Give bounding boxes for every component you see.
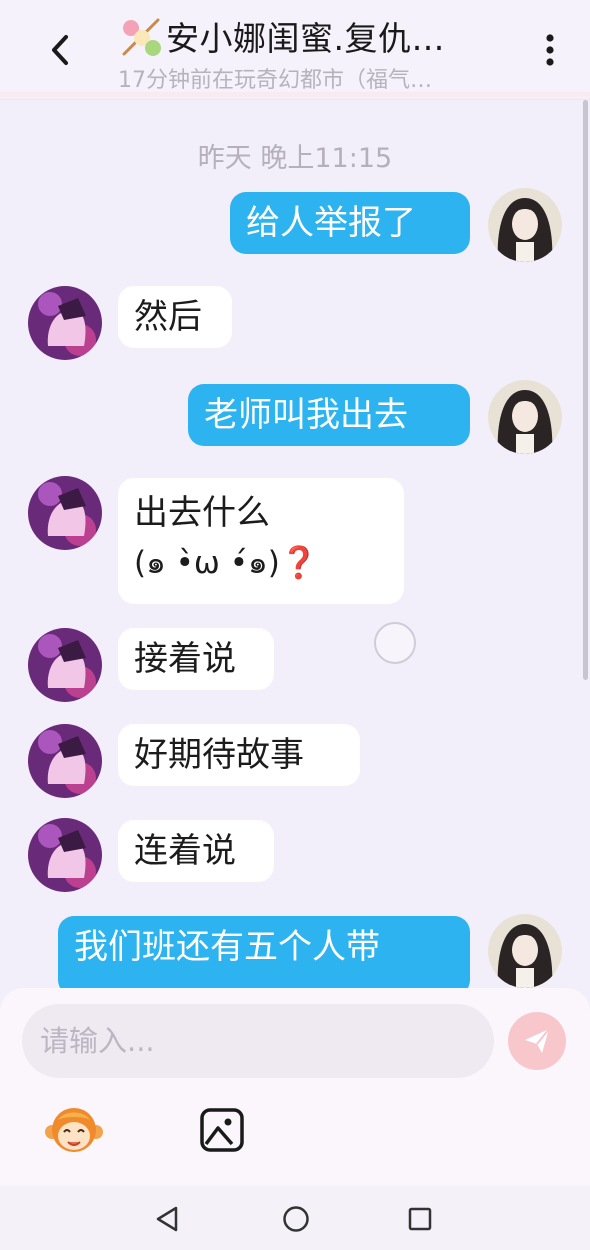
chat-title-row[interactable]: 安小娜闺蜜.复仇…: [118, 14, 508, 58]
my-avatar[interactable]: [488, 380, 562, 454]
friend-avatar[interactable]: [28, 818, 102, 892]
chat-title: 安小娜闺蜜.复仇…: [166, 19, 445, 58]
header-divider: [0, 92, 590, 102]
avatar-anime-icon: [28, 286, 102, 360]
emoji-monkey-icon: [45, 1108, 103, 1152]
avatar-anime-icon: [28, 818, 102, 892]
nav-back-button[interactable]: [152, 1203, 184, 1235]
message-timestamp: 昨天 晚上11:15: [197, 143, 393, 174]
friend-avatar[interactable]: [28, 476, 102, 550]
back-button[interactable]: [40, 28, 80, 72]
more-vertical-icon: [546, 34, 554, 66]
incoming-message-bubble[interactable]: 出去什么 (๑ •̀ω •́๑)❓: [118, 478, 404, 604]
nav-back-icon: [156, 1206, 178, 1232]
chevron-left-icon: [52, 35, 68, 65]
image-picker-button[interactable]: [198, 1106, 246, 1154]
chat-subtitle: 17分钟前在玩奇幻都市（福气…: [118, 68, 432, 92]
floating-ring-indicator: [374, 622, 416, 664]
incoming-message-bubble[interactable]: 好期待故事: [118, 724, 360, 786]
nav-recent-icon: [408, 1207, 432, 1231]
incoming-message-bubble[interactable]: 然后: [118, 286, 232, 348]
message-line: (๑ •̀ω •́๑)❓: [134, 545, 319, 581]
avatar-girl-icon: [488, 914, 562, 988]
message-input[interactable]: [22, 1004, 494, 1078]
chat-scrollbar[interactable]: [583, 100, 588, 680]
send-icon: [525, 1028, 550, 1053]
outgoing-message-bubble[interactable]: 我们班还有五个人带: [58, 916, 470, 996]
avatar-anime-icon: [28, 628, 102, 702]
message-line: 出去什么: [134, 493, 270, 533]
incoming-message-bubble[interactable]: 接着说: [118, 628, 274, 690]
nav-home-button[interactable]: [280, 1203, 312, 1235]
my-avatar[interactable]: [488, 188, 562, 262]
dango-icon: [122, 18, 161, 56]
incoming-message-bubble[interactable]: 连着说: [118, 820, 274, 882]
outgoing-message-bubble[interactable]: 给人举报了: [230, 192, 470, 254]
send-button[interactable]: [508, 1012, 566, 1070]
avatar-girl-icon: [488, 188, 562, 262]
my-avatar[interactable]: [488, 914, 562, 988]
avatar-anime-icon: [28, 724, 102, 798]
emoji-button[interactable]: [44, 1102, 104, 1158]
friend-avatar[interactable]: [28, 724, 102, 798]
avatar-anime-icon: [28, 476, 102, 550]
friend-avatar[interactable]: [28, 286, 102, 360]
nav-home-icon: [283, 1206, 309, 1232]
image-icon: [200, 1108, 244, 1152]
avatar-girl-icon: [488, 380, 562, 454]
friend-avatar[interactable]: [28, 628, 102, 702]
outgoing-message-bubble[interactable]: 老师叫我出去: [188, 384, 470, 446]
nav-recent-apps-button[interactable]: [404, 1203, 436, 1235]
more-options-button[interactable]: [530, 28, 570, 72]
